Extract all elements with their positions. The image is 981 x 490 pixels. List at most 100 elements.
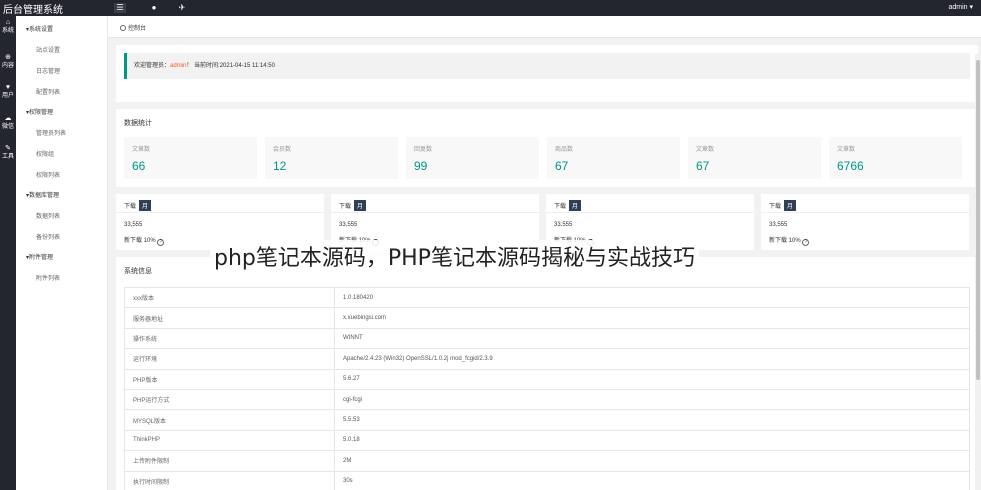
menu-item-site-settings[interactable]: 站点设置	[36, 45, 60, 54]
menu-item-attachment-list[interactable]: 附件列表	[36, 273, 60, 282]
help-icon[interactable]: ?	[157, 239, 165, 246]
stat-item[interactable]: 回复数 99	[406, 137, 539, 179]
row-key: MYSQL版本	[124, 409, 335, 431]
table-row: PHP运行方式 cgi-fcgi	[124, 388, 970, 411]
table-row: 服务器地址 x.xuebingsi.com	[124, 307, 970, 329]
stat-label: 文章数	[837, 147, 856, 153]
period-badge: 月	[784, 200, 797, 211]
stats-card: 数据统计 文章数 66 会员数 12 回复数 99 商品数 67 文章数 67 …	[116, 109, 978, 187]
menu-item-config-list[interactable]: 配置列表	[36, 87, 60, 96]
welcome-time: ！ 当前时间:2021-04-15 11:14:50	[186, 63, 275, 69]
row-value: 1.0.180420	[334, 286, 970, 309]
rail-item-system[interactable]: ⌂ 系统	[0, 18, 16, 42]
stat-item[interactable]: 商品数 67	[547, 137, 680, 179]
stat-label: 回复数	[414, 147, 433, 153]
rail-item-label: 工具	[1, 154, 14, 160]
help-icon[interactable]: ?	[802, 239, 810, 246]
download-title: 下载月	[124, 200, 152, 211]
stat-value: 67	[555, 159, 569, 173]
circle-icon	[120, 25, 126, 31]
menu-item-permission-list[interactable]: 权限列表	[36, 170, 60, 179]
menu-group-database[interactable]: ▾数据库管理	[26, 190, 59, 199]
menu-group-system-settings[interactable]: ▾系统设置	[26, 24, 53, 33]
menu-group-attachments[interactable]: ▾附件管理	[26, 252, 53, 261]
row-key: 操作系统	[124, 327, 335, 350]
rail-item-label: 系统	[1, 28, 14, 34]
stat-label: 商品数	[555, 147, 574, 153]
download-title: 下载月	[769, 200, 797, 211]
row-value: WINNT	[334, 327, 970, 350]
row-value: 5.0.18	[334, 429, 970, 452]
stat-value: 66	[132, 159, 146, 173]
rail-item-label: 用户	[1, 93, 14, 99]
row-value: cgi-fcgi	[334, 388, 970, 411]
table-row: ThinkPHP 5.0.18	[124, 429, 970, 452]
scrollbar-thumb[interactable]	[976, 60, 980, 380]
welcome-card: 欢迎管理员：admin！ 当前时间:2021-04-15 11:14:50	[116, 45, 978, 102]
row-key: 运行环境	[124, 348, 335, 370]
download-sub-text: 新下载 10%	[769, 238, 801, 244]
download-value: 33,555	[554, 222, 573, 228]
table-row: 操作系统 WINNT	[124, 327, 970, 350]
divider	[761, 212, 969, 213]
download-title-text: 下载	[769, 204, 782, 210]
system-info-title: 系统信息	[124, 268, 152, 275]
home-icon: ⌂	[5, 19, 11, 26]
icon-rail: ⌂ 系统 ⊕ 内容 ♥ 用户 ☁ 微信 ✎ 工具	[0, 16, 16, 490]
period-badge: 月	[139, 200, 152, 211]
stat-item[interactable]: 会员数 12	[265, 137, 398, 179]
dot-icon[interactable]: ●	[148, 3, 160, 13]
rail-item-wechat[interactable]: ☁ 微信	[0, 114, 16, 138]
table-row: xxx版本 1.0.180420	[124, 286, 970, 309]
menu-toggle-icon[interactable]: ☰	[114, 3, 126, 13]
row-value: 2M	[334, 450, 970, 472]
menu-item-data-list[interactable]: 数据列表	[36, 211, 60, 220]
tab-label: 控制台	[128, 26, 147, 32]
table-row: MYSQL版本 5.5.53	[124, 409, 970, 431]
tab-bar: 控制台	[108, 16, 981, 38]
tab-console[interactable]: 控制台	[120, 23, 146, 32]
vertical-scrollbar[interactable]	[975, 54, 981, 490]
download-title-text: 下载	[554, 204, 567, 210]
overlay-caption: php笔记本源码，PHP笔记本源码揭秘与实战技巧	[210, 240, 699, 272]
download-sub-text: 新下载 10%	[124, 238, 156, 244]
top-bar: 后台管理系统 ☰ ● ✈ admin ▾	[0, 0, 981, 16]
system-info-card: 系统信息 xxx版本 1.0.180420 服务器地址 x.xuebingsi.com…	[116, 257, 978, 490]
download-title-text: 下载	[124, 204, 137, 210]
row-key: 执行时间限制	[124, 470, 335, 490]
stat-value: 67	[696, 159, 710, 173]
row-value: Apache/2.4.23 (Win32) OpenSSL/1.0.2j mod…	[334, 348, 970, 370]
stat-label: 文章数	[696, 147, 715, 153]
row-key: xxx版本	[124, 286, 335, 309]
download-title: 下载月	[554, 200, 582, 211]
send-icon[interactable]: ✈	[176, 3, 188, 13]
stat-label: 会员数	[273, 147, 292, 153]
plus-circle-icon: ⊕	[5, 54, 11, 61]
stat-label: 文章数	[132, 147, 151, 153]
menu-item-admin-list[interactable]: 管理员列表	[36, 128, 66, 137]
stat-item[interactable]: 文章数 6766	[829, 137, 962, 179]
wrench-icon: ✎	[5, 145, 11, 152]
period-badge: 月	[354, 200, 367, 211]
rail-item-content[interactable]: ⊕ 内容	[0, 53, 16, 77]
row-value: 5.6.27	[334, 368, 970, 390]
menu-item-permission-groups[interactable]: 权限组	[36, 149, 54, 158]
menu-item-backup-list[interactable]: 备份列表	[36, 232, 60, 241]
user-menu[interactable]: admin ▾	[948, 3, 973, 11]
system-info-table: xxx版本 1.0.180420 服务器地址 x.xuebingsi.com 操作系统 W…	[124, 286, 970, 490]
stat-value: 6766	[837, 159, 864, 173]
rail-item-users[interactable]: ♥ 用户	[0, 83, 16, 107]
welcome-user: admin	[170, 63, 187, 69]
row-value: 5.5.53	[334, 409, 970, 431]
stat-item[interactable]: 文章数 67	[688, 137, 821, 179]
rail-item-tools[interactable]: ✎ 工具	[0, 144, 16, 168]
app-title: 后台管理系统	[3, 5, 63, 16]
users-icon: ♥	[5, 84, 11, 91]
download-title: 下载月	[339, 200, 367, 211]
download-card: 下载月 33,555 新下载 10% ?	[761, 194, 969, 250]
menu-group-permissions[interactable]: ▾权限管理	[26, 107, 53, 116]
table-row: PHP版本 5.6.27	[124, 368, 970, 390]
menu-item-logs[interactable]: 日志管理	[36, 66, 60, 75]
stat-item[interactable]: 文章数 66	[124, 137, 257, 179]
table-row: 上传附件限制 2M	[124, 450, 970, 472]
